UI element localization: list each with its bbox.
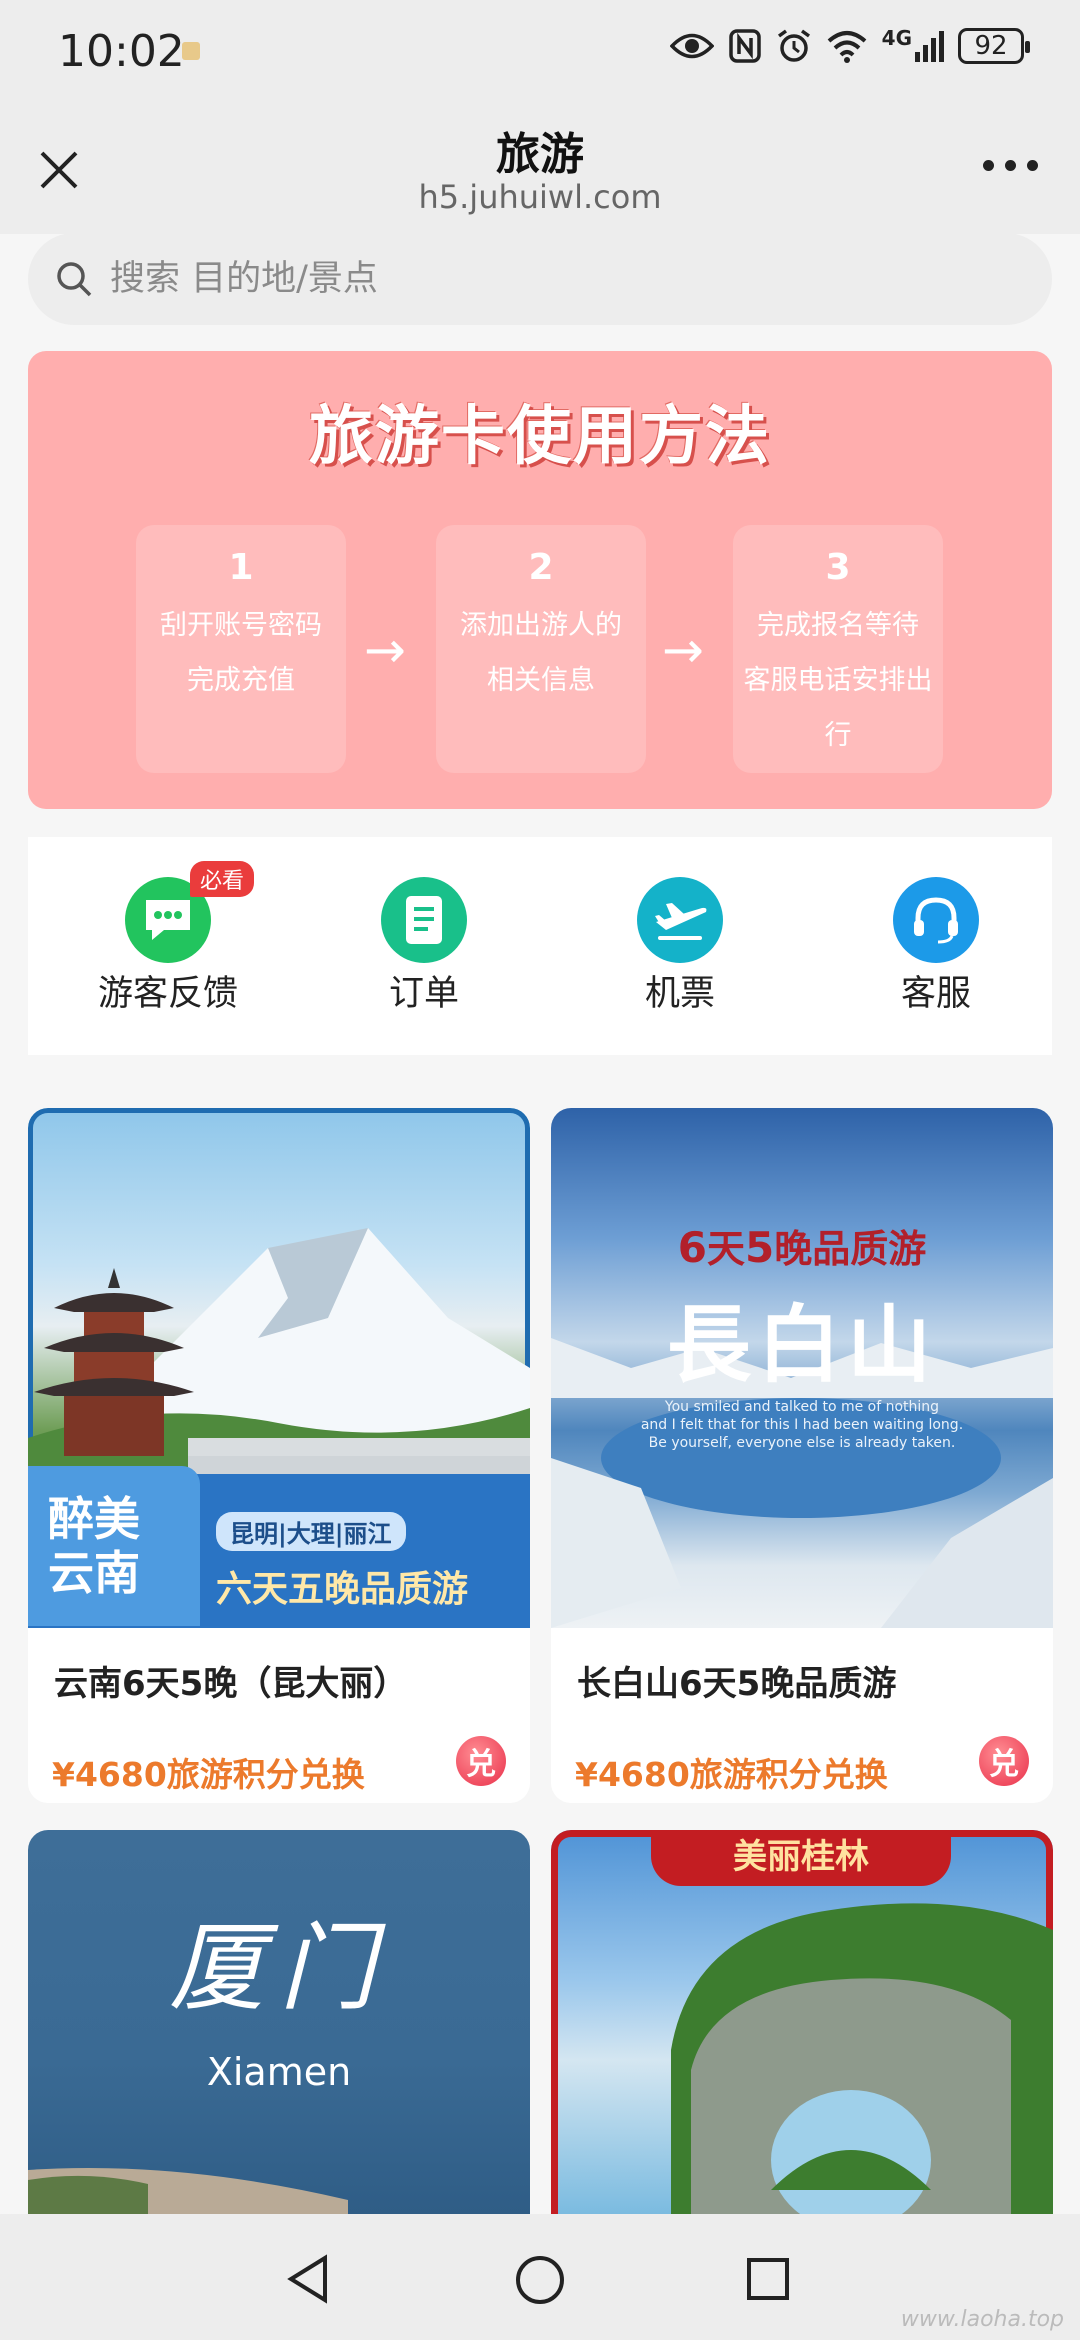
must-see-badge: 必看 (190, 861, 255, 897)
search-input[interactable] (108, 258, 912, 300)
recents-nav-icon[interactable] (745, 2256, 791, 2302)
image-tagline: 六天五晚品质游 (216, 1569, 469, 1610)
image-title: 云南 (48, 1546, 140, 1600)
exchange-button[interactable]: 兑 (456, 1736, 506, 1786)
image-title: 厦门 (169, 1912, 389, 2024)
quick-nav-label: 游客反馈 (97, 974, 238, 1014)
plane-icon (637, 877, 723, 963)
quick-nav-orders[interactable]: 订单 (334, 877, 514, 1016)
search-bar[interactable] (28, 233, 1052, 325)
product-image: 6天5晚品质游 長白山 You smiled and talked to me … (551, 1108, 1053, 1628)
battery-level: 92 (974, 31, 1008, 61)
image-title: 長白山 (666, 1295, 937, 1394)
step-text: 添加出游人的 相关信息 (460, 610, 622, 696)
back-nav-icon[interactable] (285, 2254, 329, 2304)
elephant-trunk-hill-illustration (671, 1903, 1053, 2214)
system-nav-bar: www.laoha.top (0, 2214, 1080, 2340)
status-time: 10:02 (58, 26, 185, 77)
notification-icon (182, 42, 200, 60)
pagoda-illustration (34, 1268, 194, 1456)
eye-icon (669, 33, 714, 59)
step-text: 完成报名等待 客服电话安排出行 (743, 610, 933, 751)
quick-nav-label: 机票 (644, 974, 715, 1014)
search-icon (57, 262, 92, 297)
banner-title: 旅游卡使用方法 (309, 400, 771, 474)
step-card: 3 完成报名等待 客服电话安排出行 (733, 525, 943, 773)
product-image: 厦门 Xiamen (28, 1830, 530, 2214)
wifi-icon (827, 31, 866, 63)
alarm-icon (777, 29, 810, 62)
step-card: 2 添加出游人的 相关信息 (436, 525, 646, 773)
product-image: 醉美 云南 昆明|大理|丽江 六天五晚品质游 (28, 1108, 530, 1628)
product-name: 云南6天5晚（昆大丽） (54, 1664, 408, 1704)
battery-icon: 92 (958, 28, 1030, 64)
quick-nav-flights[interactable]: 机票 (590, 877, 770, 1016)
usage-guide-banner[interactable]: 旅游卡使用方法 1 刮开账号密码 完成充值 → 2 添加出游人的 相关信息 → 3 … (28, 351, 1052, 809)
image-title: 醉美 (48, 1492, 140, 1546)
city-tags: 昆明|大理|丽江 (216, 1512, 406, 1551)
image-ribbon: 美丽桂林 (651, 1830, 951, 1886)
arrow-right-icon: → (662, 621, 704, 679)
product-card[interactable]: 醉美 云南 昆明|大理|丽江 六天五晚品质游 云南6天5晚（昆大丽） ¥4680… (28, 1108, 530, 1803)
home-nav-icon[interactable] (514, 2254, 566, 2306)
product-card[interactable]: 厦门 Xiamen (28, 1830, 530, 2214)
step-number: 1 (228, 547, 254, 588)
step-card: 1 刮开账号密码 完成充值 (136, 525, 346, 773)
step-number: 3 (825, 547, 851, 588)
product-name: 长白山6天5晚品质游 (577, 1664, 897, 1704)
quick-nav-service[interactable]: 客服 (846, 877, 1026, 1016)
image-headline: 6天5晚品质游 (677, 1223, 927, 1272)
quick-nav-label: 订单 (388, 974, 459, 1014)
step-number: 2 (528, 547, 554, 588)
quick-nav-label: 客服 (900, 974, 971, 1014)
quick-nav: 必看 游客反馈 订单 机票 客服 (28, 837, 1052, 1055)
quick-nav-feedback[interactable]: 必看 游客反馈 (78, 861, 258, 1016)
step-text: 刮开账号密码 完成充值 (160, 610, 322, 696)
network-type: 4G (881, 26, 912, 50)
shoreline-illustration (28, 2168, 348, 2214)
product-card[interactable]: 美丽桂林 (551, 1830, 1053, 2214)
image-quote: You smiled and talked to me of nothing a… (640, 1399, 964, 1451)
page-url: h5.juhuiwl.com (418, 178, 662, 216)
product-price: ¥4680旅游积分兑换 (575, 1755, 888, 1794)
nfc-icon (728, 29, 761, 63)
order-icon (381, 877, 467, 963)
exchange-button[interactable]: 兑 (979, 1736, 1029, 1786)
product-card[interactable]: 6天5晚品质游 長白山 You smiled and talked to me … (551, 1108, 1053, 1803)
product-image: 美丽桂林 (551, 1830, 1053, 2214)
arrow-right-icon: → (364, 621, 406, 679)
watermark: www.laoha.top (900, 2307, 1064, 2332)
headset-icon (893, 877, 979, 963)
image-subtitle: Xiamen (206, 2050, 352, 2094)
signal-icon (915, 31, 944, 62)
product-price: ¥4680旅游积分兑换 (52, 1755, 365, 1794)
status-icons: 4G 92 (669, 26, 1030, 64)
more-menu-icon[interactable] (983, 160, 1038, 171)
page-title: 旅游 (496, 129, 584, 180)
